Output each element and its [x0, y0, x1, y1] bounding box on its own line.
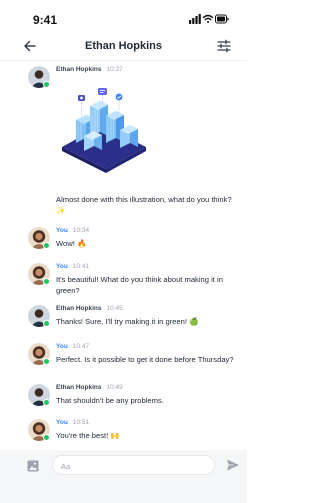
message-text: You're the best! 🙌 — [56, 431, 120, 440]
sender-name: You — [56, 343, 68, 350]
sender-name: You — [56, 419, 68, 426]
status-bar: 9:41 — [0, 0, 247, 36]
message-text: It's beautiful! What do you think about … — [56, 275, 223, 295]
message-time: 10:51 — [72, 419, 90, 426]
message-text: Wow! 🔥 — [56, 239, 87, 248]
online-status-dot — [43, 358, 50, 365]
image-icon[interactable] — [27, 460, 39, 472]
online-status-dot — [43, 399, 50, 406]
message-meta: Ethan Hopkins 10:45 — [56, 305, 123, 312]
header-divider — [0, 60, 247, 61]
sender-name: Ethan Hopkins — [56, 384, 102, 391]
message-input-wrapper — [52, 455, 215, 477]
message-input[interactable] — [59, 456, 203, 477]
page-title: Ethan Hopkins — [84, 40, 162, 52]
online-status-dot — [43, 434, 50, 441]
status-time: 9:41 — [33, 13, 58, 27]
message-text: Almost done with this illustration, what… — [56, 195, 232, 215]
signal-icon — [189, 14, 201, 24]
message-time: 10:45 — [106, 305, 123, 312]
message-meta: Ethan Hopkins 10:49 — [56, 384, 123, 391]
message-text: Perfect. Is it possible to get it done b… — [56, 355, 234, 364]
isometric-city-illustration[interactable] — [56, 85, 152, 181]
message-meta: You 10:34 — [56, 227, 89, 234]
send-icon[interactable] — [226, 458, 240, 472]
sender-name: You — [56, 263, 68, 270]
online-status-dot — [43, 278, 50, 285]
online-status-dot — [43, 320, 50, 327]
status-icons — [189, 14, 229, 24]
sender-name: Ethan Hopkins — [56, 66, 102, 73]
message-meta: You 10:51 — [56, 419, 89, 426]
message-time: 10:34 — [72, 227, 90, 234]
battery-icon — [215, 14, 229, 24]
wifi-icon — [202, 14, 214, 23]
message-time: 10:49 — [106, 384, 123, 391]
message-meta: You 10:41 — [56, 263, 89, 270]
message-text: That shouldn't be any problems. — [56, 396, 164, 405]
message-meta: Ethan Hopkins 10:27 — [56, 66, 123, 73]
message-time: 10:27 — [106, 66, 123, 73]
message-text: Thanks! Sure, I'll try making it in gree… — [56, 317, 199, 326]
message-time: 10:41 — [72, 263, 90, 270]
message-meta: You 10:47 — [56, 343, 89, 350]
message-time: 10:47 — [72, 343, 90, 350]
sender-name: Ethan Hopkins — [56, 305, 102, 312]
online-status-dot — [43, 81, 50, 88]
online-status-dot — [43, 242, 50, 249]
chat-header: Ethan Hopkins — [0, 36, 247, 58]
sliders-icon[interactable] — [216, 38, 232, 54]
sender-name: You — [56, 227, 68, 234]
